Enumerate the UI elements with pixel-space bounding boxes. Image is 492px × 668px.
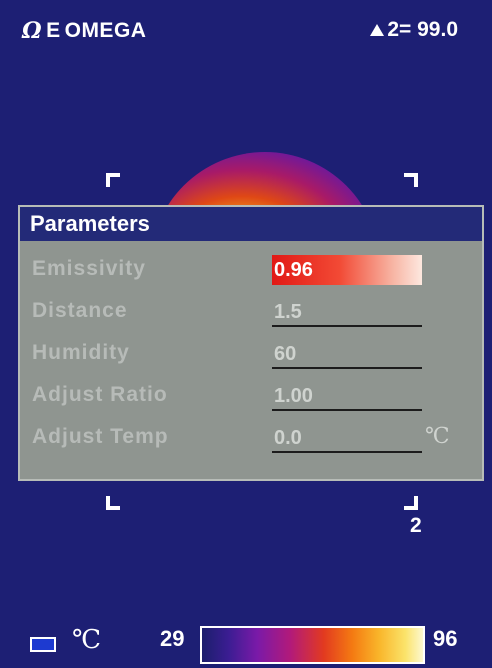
omega-logo-text: OMEGA (64, 19, 147, 42)
target-corner-bottom-right (404, 496, 418, 510)
parameters-dialog: Parameters Emissivity 0.96 Distance 1.5 … (18, 205, 484, 481)
param-row-humidity[interactable]: Humidity 60 (20, 339, 482, 373)
triangle-icon (370, 24, 385, 36)
dialog-title: Parameters (20, 207, 482, 241)
param-label: Adjust Ratio (32, 383, 168, 406)
param-row-emissivity[interactable]: Emissivity 0.96 (20, 255, 482, 289)
temperature-unit[interactable]: ℃ (72, 625, 101, 655)
spot-readout: 2= 99.0 (369, 18, 458, 42)
target-corner-top-left (106, 173, 120, 187)
celsius-unit-label: ℃ (425, 424, 450, 449)
target-corner-bottom-left (106, 496, 120, 510)
param-label: Adjust Temp (32, 425, 169, 448)
humidity-field[interactable]: 60 (272, 339, 422, 369)
distance-field[interactable]: 1.5 (272, 297, 422, 327)
status-bar: ℃ 29 96 (0, 612, 492, 668)
omega-logo: ΩE OMEGA (22, 18, 146, 44)
battery-icon (30, 637, 56, 652)
param-label: Humidity (32, 341, 130, 364)
thermal-view: ΩE OMEGA 2= 99.0 2 Parameters Emissivity… (0, 0, 492, 668)
param-row-distance[interactable]: Distance 1.5 (20, 297, 482, 331)
spot-readout-value: 2= 99.0 (387, 18, 458, 41)
emissivity-field[interactable]: 0.96 (272, 255, 422, 285)
param-label: Distance (32, 299, 128, 322)
param-row-adjust-temp[interactable]: Adjust Temp 0.0 ℃ (20, 423, 482, 457)
omega-symbol-icon: Ω (22, 18, 43, 44)
scale-min-value: 29 (160, 626, 185, 651)
scale-max-value: 96 (433, 626, 458, 651)
adjust-ratio-field[interactable]: 1.00 (272, 381, 422, 411)
param-row-adjust-ratio[interactable]: Adjust Ratio 1.00 (20, 381, 482, 415)
omega-logo-sub: E (46, 19, 61, 42)
target-spot-label: 2 (410, 514, 422, 537)
param-label: Emissivity (32, 257, 146, 280)
color-palette-bar (200, 626, 425, 664)
adjust-temp-field[interactable]: 0.0 (272, 423, 422, 453)
target-corner-top-right (404, 173, 418, 187)
